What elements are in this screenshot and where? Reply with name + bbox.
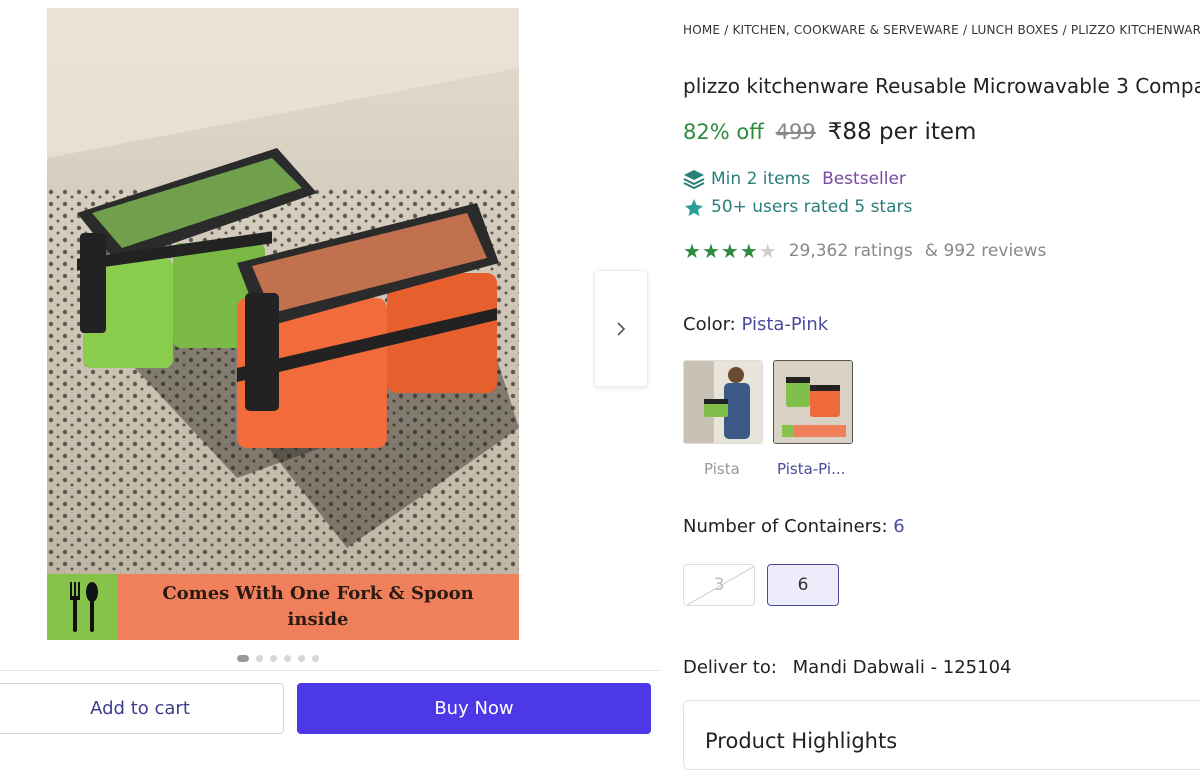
carousel-dot[interactable] (237, 655, 249, 662)
color-swatch-pista-pink[interactable] (773, 360, 853, 444)
containers-option-label: 6 (797, 575, 809, 595)
containers-option-3[interactable]: 3 (683, 564, 755, 606)
star-filled-icon: ★ (683, 239, 701, 263)
breadcrumb[interactable]: HOME / KITCHEN, COOKWARE & SERVEWARE / L… (683, 23, 1200, 37)
product-highlights-title: Product Highlights (705, 729, 898, 753)
product-highlights-section[interactable]: Product Highlights (683, 700, 1200, 770)
color-label: Color: (683, 314, 736, 335)
color-option-label[interactable]: Pista (704, 460, 740, 478)
selected-containers: 6 (893, 516, 905, 537)
carousel-dot[interactable] (298, 655, 305, 662)
chevron-right-icon (617, 321, 626, 336)
carousel-dot[interactable] (256, 655, 263, 662)
color-swatch-pista[interactable] (683, 360, 763, 444)
carousel-dot[interactable] (270, 655, 277, 662)
next-image-button[interactable] (594, 270, 648, 387)
product-image[interactable]: Comes With One Fork & Spoon inside (47, 8, 519, 640)
buy-now-button[interactable]: Buy Now (297, 683, 651, 734)
add-to-cart-button[interactable]: Add to cart (0, 683, 284, 734)
star-filled-icon: ★ (701, 239, 720, 263)
users-rated-row: 50+ users rated 5 stars (683, 197, 912, 217)
discount-percent: 82% off (683, 120, 764, 144)
original-price: 499 (775, 120, 816, 144)
star-rating: ★ ★ ★ ★ ★ (683, 241, 777, 261)
divider (0, 670, 660, 671)
selected-color: Pista-Pink (741, 314, 829, 335)
reviews-count: & 992 reviews (924, 241, 1047, 261)
ratings-count: 29,362 ratings (788, 241, 913, 261)
containers-option-6[interactable]: 6 (767, 564, 839, 606)
color-option-label[interactable]: Pista-Pi... (777, 460, 845, 478)
min-items-text: Min 2 items (711, 169, 811, 189)
deliver-label: Deliver to: (683, 657, 777, 678)
lunch-box-photo (47, 8, 519, 640)
fork-spoon-icon (47, 574, 117, 640)
containers-label: Number of Containers: (683, 516, 888, 537)
price-row: 82% off 499 ₹88 per item (683, 119, 976, 145)
current-price: ₹88 per item (827, 119, 977, 145)
star-filled-icon: ★ (739, 239, 758, 263)
carousel-dot[interactable] (312, 655, 319, 662)
rating-row[interactable]: ★ ★ ★ ★ ★ 29,362 ratings & 992 reviews (683, 241, 1046, 261)
delivery-location: Mandi Dabwali - 125104 (792, 657, 1012, 678)
star-filled-icon: ★ (720, 239, 739, 263)
containers-option-label: 3 (713, 575, 725, 595)
users-rated-text: 50+ users rated 5 stars (711, 197, 913, 217)
color-label-row: Color: Pista-Pink (683, 314, 828, 335)
bestseller-badge: Bestseller (822, 169, 906, 189)
layers-icon (683, 170, 705, 189)
carousel-dots (237, 655, 319, 662)
containers-label-row: Number of Containers: 6 (683, 516, 905, 537)
swatch-thumbnail (684, 361, 762, 443)
sparkle-star-icon (685, 199, 703, 216)
banner-text: Comes With One Fork & Spoon inside (117, 574, 519, 640)
star-empty-icon: ★ (758, 239, 777, 263)
product-banner: Comes With One Fork & Spoon inside (47, 574, 519, 640)
swatch-thumbnail (774, 361, 852, 443)
carousel-dot[interactable] (284, 655, 291, 662)
delivery-row[interactable]: Deliver to: Mandi Dabwali - 125104 (683, 657, 1012, 678)
product-title: plizzo kitchenware Reusable Microwavable… (683, 74, 1200, 98)
min-items-row: Min 2 items Bestseller (683, 169, 906, 189)
